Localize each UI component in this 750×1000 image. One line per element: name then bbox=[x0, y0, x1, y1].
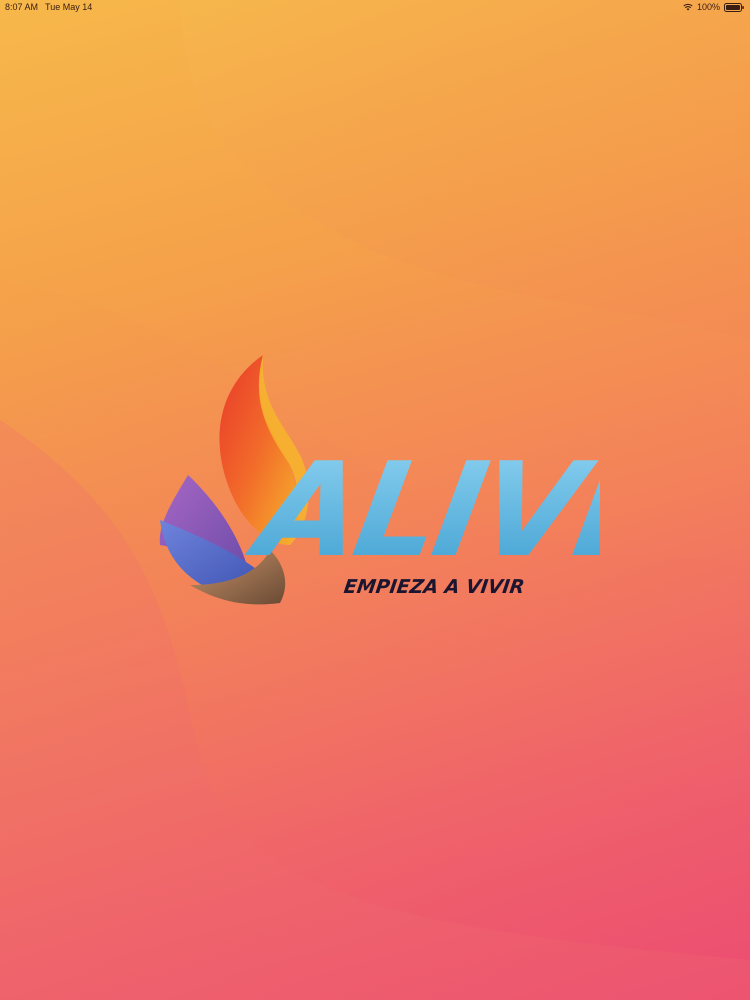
status-time: 8:07 AM bbox=[5, 2, 39, 12]
logo-graphic: ALIVE EMPIEZA A VIVIR bbox=[159, 355, 678, 605]
battery-percent: 100% bbox=[696, 2, 720, 12]
logo-wordmark: ALIVE bbox=[239, 434, 600, 586]
wifi-icon bbox=[683, 3, 693, 11]
alive-logo: ALIVE EMPIEZA A VIVIR bbox=[150, 345, 678, 615]
logo-tagline: EMPIEZA A VIVIR bbox=[342, 575, 526, 598]
status-date: Tue May 14 bbox=[45, 2, 93, 12]
status-bar: 8:07 AM Tue May 14 100% bbox=[0, 0, 750, 16]
battery-icon bbox=[724, 2, 744, 12]
